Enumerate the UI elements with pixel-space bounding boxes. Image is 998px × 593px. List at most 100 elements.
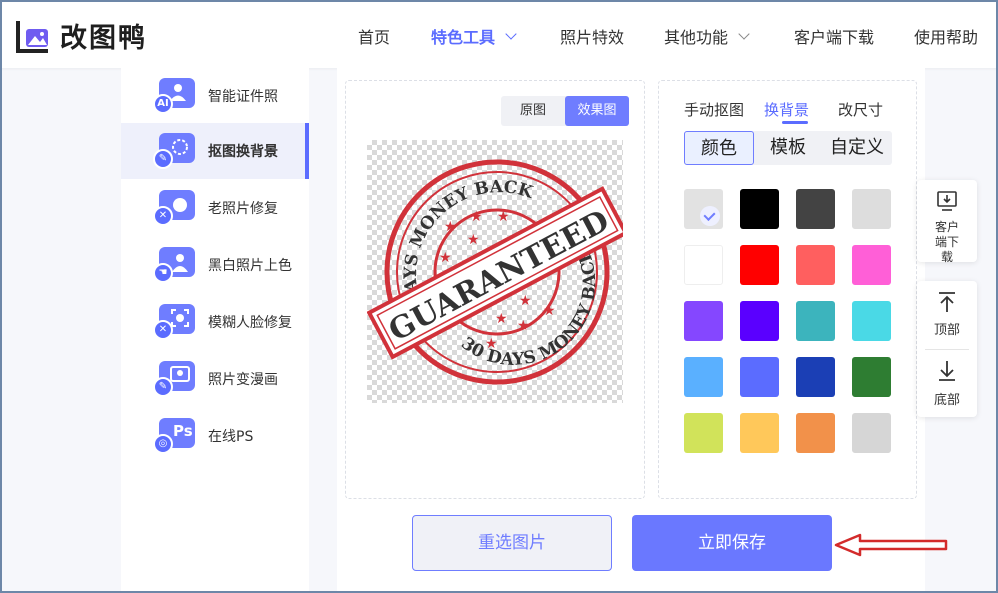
sidebar-item-label: 照片变漫画: [208, 372, 278, 388]
color-swatch[interactable]: [852, 357, 891, 397]
color-swatch[interactable]: [852, 413, 891, 453]
logo[interactable]: 改图鸭: [14, 16, 147, 55]
sidebar-item-old-photo-repair[interactable]: ✕ 老照片修复: [121, 180, 309, 236]
nav-help[interactable]: 使用帮助: [914, 24, 978, 48]
sidebar-item-cutout-background[interactable]: ✎ 抠图换背景: [121, 123, 309, 179]
nav-featured-tools-label: 特色工具: [431, 28, 496, 47]
svg-text:★: ★: [519, 293, 532, 309]
color-swatch[interactable]: [852, 301, 891, 341]
download-client-icon: [937, 191, 957, 211]
subtab-custom[interactable]: 自定义: [822, 131, 892, 165]
hand-icon: ☚: [153, 263, 173, 283]
globe-icon: ◎: [153, 434, 173, 454]
client-download-label: 客户端下载: [934, 220, 959, 264]
view-toggle: 原图 效果图: [501, 96, 629, 126]
magic-wand-icon: ✎: [153, 149, 173, 169]
svg-text:★: ★: [444, 219, 457, 235]
color-swatch[interactable]: [852, 189, 891, 229]
sidebar-item-label: 在线PS: [208, 429, 254, 445]
color-swatch[interactable]: [740, 357, 779, 397]
tool-sidebar: AI 智能证件照 ✎ 抠图换背景 ✕ 老照片修复 ☚ 黑白照片上色 ✕ 模糊人脸…: [121, 68, 309, 593]
photo-to-cartoon-icon: ✎: [153, 361, 197, 397]
color-swatch[interactable]: [740, 301, 779, 341]
sidebar-item-cartoon[interactable]: ✎ 照片变漫画: [121, 351, 309, 407]
save-button[interactable]: 立即保存: [632, 515, 832, 571]
tab-resize[interactable]: 改尺寸: [838, 99, 883, 120]
sidebar-item-label: 抠图换背景: [208, 144, 278, 160]
color-swatch[interactable]: [852, 245, 891, 285]
cutout-background-icon: ✎: [153, 133, 197, 169]
svg-text:★: ★: [497, 209, 510, 225]
wrench-icon: ✕: [153, 320, 173, 340]
scroll-bottom-label: 底部: [933, 393, 960, 408]
face-repair-icon: ✕: [153, 304, 197, 340]
nav-other-functions[interactable]: 其他功能: [664, 24, 750, 48]
color-swatch[interactable]: [684, 301, 723, 341]
nav-help-label: 使用帮助: [914, 28, 979, 47]
svg-text:★: ★: [467, 232, 480, 248]
color-swatch[interactable]: [684, 189, 723, 229]
scroll-top-label: 顶部: [933, 323, 960, 338]
magic-wand-icon: ✎: [153, 377, 173, 397]
nav-photo-effects-label: 照片特效: [560, 28, 625, 47]
scroll-bottom-button[interactable]: 底部: [917, 350, 977, 417]
tab-change-background[interactable]: 换背景: [764, 99, 809, 120]
arrow-down-icon: [939, 361, 955, 381]
image-preview: 30 DAYS MONEY BACK 30 DAYS MONEY BACK GU…: [364, 140, 634, 403]
color-swatch[interactable]: [796, 189, 835, 229]
top-header: 改图鸭 首页 特色工具 照片特效 其他功能 客户端下载 使用帮助: [0, 0, 998, 68]
sidebar-item-id-photo[interactable]: AI 智能证件照: [121, 68, 309, 124]
colorize-photo-icon: ☚: [153, 247, 197, 283]
sidebar-item-colorize[interactable]: ☚ 黑白照片上色: [121, 237, 309, 293]
nav-featured-tools[interactable]: 特色工具: [431, 24, 517, 48]
color-swatch[interactable]: [796, 301, 835, 341]
svg-text:★: ★: [470, 209, 483, 225]
scroll-widget: 顶部 底部: [917, 281, 977, 417]
color-swatch[interactable]: [684, 413, 723, 453]
subtab-template[interactable]: 模板: [754, 131, 822, 165]
color-swatch[interactable]: [684, 357, 723, 397]
color-swatch[interactable]: [796, 357, 835, 397]
client-download-widget[interactable]: 客户端下载: [917, 180, 977, 264]
color-swatch[interactable]: [740, 189, 779, 229]
nav-client-download-label: 客户端下载: [794, 28, 875, 47]
nav-home[interactable]: 首页: [358, 24, 390, 48]
color-swatch[interactable]: [740, 245, 779, 285]
sidebar-item-label: 老照片修复: [208, 201, 278, 217]
chevron-down-icon: [505, 27, 517, 40]
check-icon: [700, 206, 720, 226]
nav-other-functions-label: 其他功能: [664, 28, 729, 47]
color-swatch[interactable]: [796, 245, 835, 285]
logo-text: 改图鸭: [60, 23, 147, 54]
color-swatch[interactable]: [796, 413, 835, 453]
nav-photo-effects[interactable]: 照片特效: [560, 24, 624, 48]
guarantee-stamp-image: 30 DAYS MONEY BACK 30 DAYS MONEY BACK GU…: [364, 150, 634, 401]
online-ps-icon: Ps ◎: [153, 418, 197, 454]
svg-text:★: ★: [485, 336, 498, 352]
ps-badge: Ps: [173, 422, 193, 440]
reselect-image-button[interactable]: 重选图片: [412, 515, 612, 571]
wrench-icon: ✕: [153, 206, 173, 226]
sidebar-item-face-repair[interactable]: ✕ 模糊人脸修复: [121, 294, 309, 350]
nav-client-download[interactable]: 客户端下载: [794, 24, 874, 48]
annotation-arrow-icon: [834, 533, 948, 557]
svg-text:★: ★: [517, 318, 530, 334]
nav-home-label: 首页: [358, 28, 391, 47]
sidebar-item-online-ps[interactable]: Ps ◎ 在线PS: [121, 408, 309, 464]
scroll-top-button[interactable]: 顶部: [917, 281, 977, 349]
toggle-effect[interactable]: 效果图: [565, 96, 629, 126]
old-photo-repair-icon: ✕: [153, 190, 197, 226]
subtab-color[interactable]: 颜色: [684, 131, 754, 165]
color-swatch[interactable]: [740, 413, 779, 453]
arrow-up-icon: [939, 292, 955, 312]
svg-text:★: ★: [439, 250, 452, 266]
sidebar-item-label: 智能证件照: [208, 89, 278, 105]
tab-manual-cutout[interactable]: 手动抠图: [684, 99, 744, 120]
active-tab-indicator: [782, 121, 808, 124]
logo-duck-icon: [16, 20, 48, 53]
ai-id-photo-icon: AI: [153, 78, 197, 114]
toggle-original[interactable]: 原图: [501, 96, 565, 126]
background-type-tabs: 颜色 模板 自定义: [684, 131, 892, 165]
color-swatch[interactable]: [684, 245, 723, 285]
sidebar-item-label: 黑白照片上色: [208, 258, 292, 274]
